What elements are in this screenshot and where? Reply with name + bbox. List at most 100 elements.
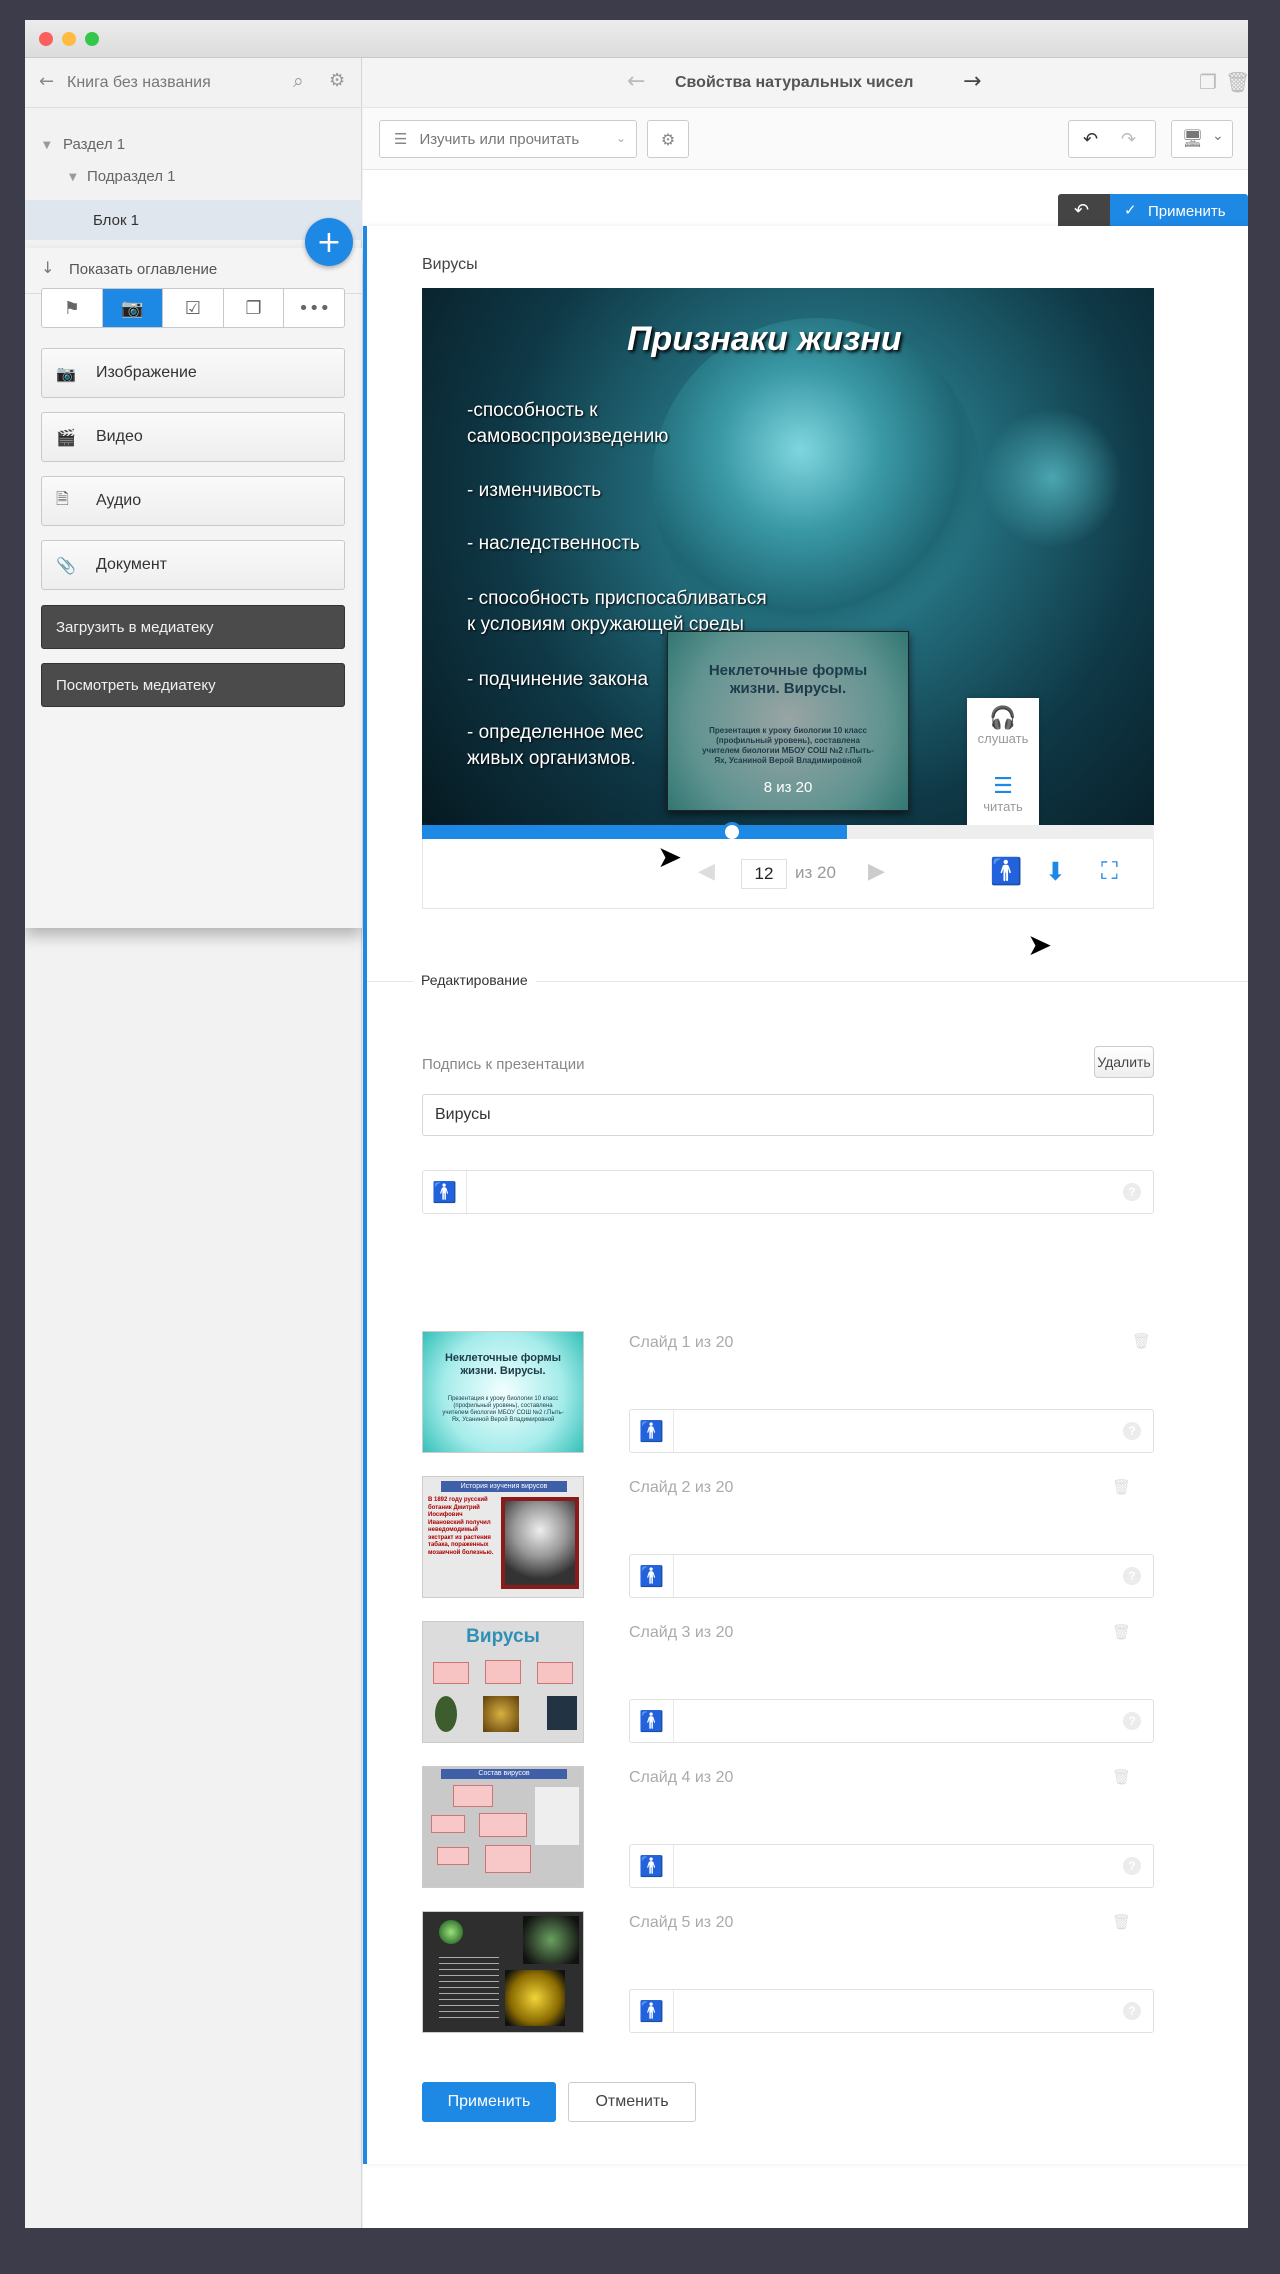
copy-icon[interactable]: ❐ [1199,70,1217,94]
view-library-button[interactable]: Посмотреть медиатеку [41,663,345,707]
trash-icon[interactable]: 🗑 [1225,70,1248,94]
tab-camera[interactable]: 📷 [102,289,164,327]
app-window: ← Книга без названия ⌕ ⚙ ▼ Раздел 1 ▼ По… [25,20,1248,2228]
tab-layers[interactable]: ❐ [224,289,285,327]
add-block-button[interactable]: + [305,218,353,266]
thumb-box [433,1662,469,1684]
slide-caption-field[interactable]: 🚹? [629,1699,1154,1743]
undo-redo-group: ↶ ↷ [1068,120,1156,158]
prev-page-arrow-icon[interactable]: ← [627,69,645,94]
accessibility-icon[interactable]: 🚹 [990,857,1022,887]
caption-label: Подпись к презентации [422,1056,585,1073]
settings-button[interactable]: ⚙ [647,120,689,158]
media-type-tabs: ⚑ 📷 ☑ ❐ ••• [41,288,345,328]
help-icon[interactable]: ? [1123,1183,1141,1201]
fullscreen-icon[interactable]: ⛶ [1101,857,1118,885]
trash-icon[interactable]: 🗑 [1112,1478,1131,1496]
help-icon[interactable]: ? [1123,1567,1141,1585]
help-icon[interactable]: ? [1123,1712,1141,1730]
slide-thumbnail-5[interactable] [422,1911,584,2033]
thumb-image [483,1696,519,1732]
check-icon: ✓ [1124,201,1137,219]
help-icon[interactable]: ? [1123,1422,1141,1440]
progress-fill [422,825,847,839]
slide-caption-field[interactable]: 🚹? [629,1989,1154,2033]
document-button[interactable]: 📎 Документ [41,540,345,590]
accessibility-icon: 🚹 [630,1410,674,1452]
slide-line: живых организмов. [467,748,636,769]
maximize-window-button[interactable] [85,32,99,46]
progress-track[interactable] [422,822,1154,842]
document-button-label: Документ [96,556,167,573]
listen-option[interactable]: 🎧 слушать [967,706,1039,746]
help-icon[interactable]: ? [1123,2002,1141,2020]
thumb-portrait [505,1501,575,1585]
apply-button[interactable]: Применить [422,2082,556,2122]
trash-icon[interactable]: 🗑 [1132,1332,1151,1350]
tree-item-section[interactable]: Раздел 1 [63,136,125,153]
prev-slide-icon[interactable]: ◀ [698,859,715,884]
search-icon[interactable]: ⌕ [293,70,304,92]
close-window-button[interactable] [39,32,53,46]
audio-button[interactable]: 🗎 Аудио [41,476,345,526]
minimize-window-button[interactable] [62,32,76,46]
left-pane: ← Книга без названия ⌕ ⚙ ▼ Раздел 1 ▼ По… [25,58,362,2228]
slide-thumbnail-3[interactable]: Вирусы [422,1621,584,1743]
slide-caption-field[interactable]: 🚹? [629,1554,1154,1598]
virus-illustration [982,408,1122,548]
slide-caption-field[interactable]: 🚹? [629,1844,1154,1888]
listen-label: слушать [977,731,1029,746]
thumb-text: Презентация к уроку биологии 10 класс (п… [442,1396,564,1423]
slide-thumbnail-2[interactable]: История изучения вирусов В 1892 году рус… [422,1476,584,1598]
tab-check[interactable]: ☑ [163,289,224,327]
slide-caption-field[interactable]: 🚹? [629,1409,1154,1453]
video-button[interactable]: 🎬 Видео [41,412,345,462]
preview-counter: 8 из 20 [763,779,813,796]
slide-line: - способность приспосабливаться [467,588,767,609]
accessibility-caption-field[interactable]: 🚹 ? [422,1170,1154,1214]
apply-top-label: Применить [1148,203,1226,220]
next-page-arrow-icon[interactable]: → [963,69,981,94]
redo-icon[interactable]: ↷ [1121,129,1136,150]
thumb-image [505,1970,565,2026]
thumb-title: Вирусы [466,1626,540,1647]
mode-select[interactable]: ☰ Изучить или прочитать ⌄ [379,120,637,158]
slide-thumbnail-4[interactable]: Состав вирусов [422,1766,584,1888]
caption-input[interactable]: Вирусы [422,1094,1154,1136]
mouse-cursor-icon: ➤ [1027,928,1053,963]
caret-down-icon[interactable]: ▼ [43,140,51,151]
gear-icon: ⚙ [660,129,676,149]
trash-icon[interactable]: 🗑 [1112,1623,1131,1641]
revert-button[interactable]: ↶ [1058,194,1110,228]
read-option[interactable]: ☰ читать [967,774,1039,814]
caret-down-icon[interactable]: ▼ [69,172,77,183]
undo-icon[interactable]: ↶ [1083,129,1098,150]
lines-icon: ☰ [394,130,408,148]
tab-more[interactable]: ••• [284,289,344,327]
monitor-icon: 🖥 [1182,129,1204,149]
slide-thumbnail-1[interactable]: Неклеточные формы жизни. Вирусы. Презент… [422,1331,584,1453]
page-number-input[interactable]: 12 [741,859,787,889]
cancel-button[interactable]: Отменить [568,2082,696,2122]
book-title[interactable]: Книга без названия [67,74,211,92]
back-arrow-icon[interactable]: ← [39,71,54,92]
help-icon[interactable]: ? [1123,1857,1141,1875]
next-slide-icon[interactable]: ▶ [868,859,885,884]
mode-select-value: Изучить или прочитать [419,130,580,148]
delete-button[interactable]: Удалить [1094,1046,1154,1078]
tree-item-subsection[interactable]: Подраздел 1 [87,168,175,185]
device-preview-select[interactable]: 🖥 ⌄ [1171,120,1233,158]
upload-library-button[interactable]: Загрузить в медиатеку [41,605,345,649]
download-icon[interactable]: ⬇ [1045,857,1066,886]
trash-icon[interactable]: 🗑 [1112,1913,1131,1931]
slide-line: - определенное мес [467,722,644,743]
trash-icon[interactable]: 🗑 [1112,1768,1131,1786]
tab-flag[interactable]: ⚑ [42,289,103,327]
slide-display[interactable]: Признаки жизни -способность к самовоспро… [422,288,1154,825]
video-button-label: Видео [96,428,143,445]
apply-top-button[interactable]: ✓ Применить [1110,194,1248,228]
image-button[interactable]: 📷 Изображение [41,348,345,398]
slide-label: Слайд 1 из 20 [629,1334,734,1351]
gear-icon[interactable]: ⚙ [329,70,345,91]
left-header: ← Книга без названия ⌕ ⚙ [25,58,362,108]
